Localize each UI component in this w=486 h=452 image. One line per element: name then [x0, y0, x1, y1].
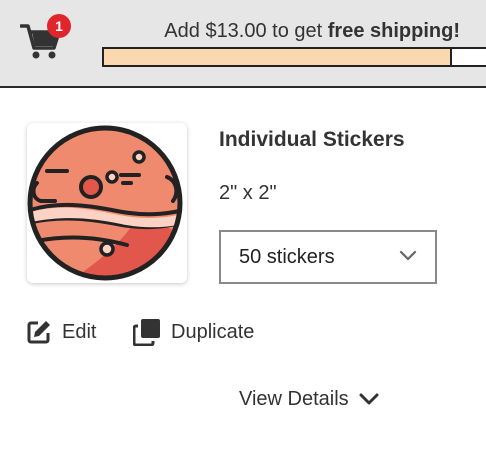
cart-count-badge: 1 — [47, 14, 71, 38]
edit-button[interactable]: Edit — [26, 318, 96, 346]
duplicate-button[interactable]: Duplicate — [133, 318, 254, 346]
shipping-message-prefix: Add $13.00 to get — [164, 20, 328, 42]
product-size: 2" x 2" — [219, 182, 277, 204]
shipping-progress-bar — [102, 47, 486, 67]
view-details-toggle[interactable]: View Details — [239, 385, 379, 413]
shipping-progress-fill — [104, 49, 452, 65]
duplicate-icon — [133, 319, 160, 346]
view-details-label: View Details — [239, 387, 349, 410]
cart-button[interactable]: 1 — [20, 14, 72, 62]
quantity-selected-value: 50 stickers — [239, 246, 335, 268]
edit-icon — [27, 321, 50, 344]
shipping-message: Add $13.00 to get free shipping! — [164, 20, 460, 43]
quantity-select[interactable]: 50 stickers — [219, 230, 437, 284]
shipping-message-highlight: free shipping! — [327, 20, 460, 42]
product-title: Individual Stickers — [219, 128, 405, 151]
duplicate-label: Duplicate — [171, 320, 255, 343]
chevron-down-icon — [399, 250, 417, 261]
planet-sticker-icon — [27, 125, 183, 281]
chevron-down-icon — [359, 393, 379, 405]
product-thumbnail[interactable] — [27, 123, 187, 283]
edit-label: Edit — [62, 320, 97, 343]
shipping-header: 1 Add $13.00 to get free shipping! — [0, 0, 486, 88]
